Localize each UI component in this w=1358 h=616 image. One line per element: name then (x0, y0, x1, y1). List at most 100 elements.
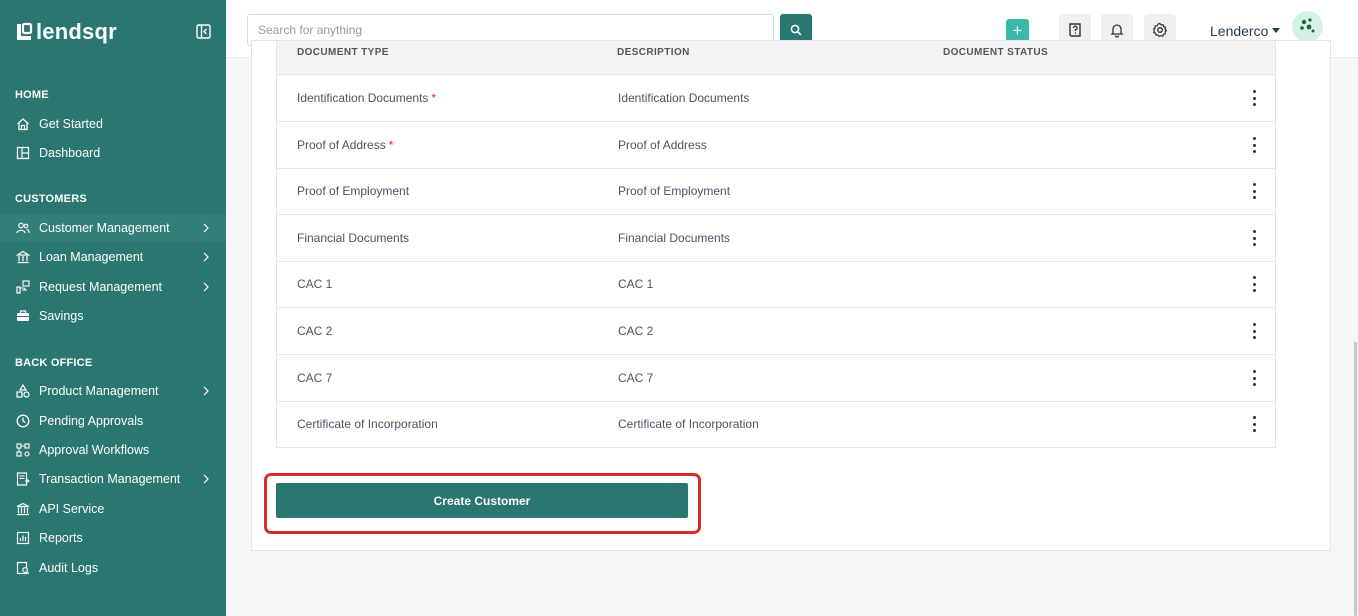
section-title-back-office: BACK OFFICE (15, 357, 93, 369)
sidebar-item-label: Product Management (39, 384, 159, 398)
sidebar: lendsqr HOME CUSTOMERS BACK OFFICE Get S… (0, 0, 226, 616)
required-marker: * (431, 91, 437, 105)
chevron-right-icon (203, 474, 209, 484)
chevron-right-icon (203, 282, 209, 292)
create-customer-button[interactable]: Create Customer (276, 483, 688, 518)
row-actions-menu-icon[interactable] (1249, 230, 1259, 246)
clock-icon (16, 414, 30, 428)
sidebar-item-approval-workflows[interactable]: Approval Workflows (0, 436, 226, 464)
sidebar-item-reports[interactable]: Reports (0, 524, 226, 552)
transaction-icon (16, 472, 30, 486)
document-type-cell: Financial Documents (297, 231, 410, 245)
sidebar-item-label: Dashboard (39, 146, 101, 160)
sidebar-item-customer-management[interactable]: Customer Management (0, 214, 226, 242)
bell-icon (1110, 24, 1124, 38)
logo[interactable]: lendsqr (15, 19, 117, 45)
sidebar-item-loan-management[interactable]: Loan Management (0, 243, 226, 271)
sidebar-item-label: Transaction Management (39, 472, 181, 486)
report-icon (16, 531, 30, 545)
documents-table: DOCUMENT TYPE DESCRIPTION DOCUMENT STATU… (276, 40, 1276, 448)
table-row: CAC 7 CAC 7 (277, 355, 1275, 402)
sidebar-item-product-management[interactable]: Product Management (0, 377, 226, 405)
gear-icon (1152, 22, 1168, 38)
column-header-document-type[interactable]: DOCUMENT TYPE (297, 47, 389, 58)
sidebar-item-label: Request Management (39, 280, 162, 294)
sidebar-item-dashboard[interactable]: Dashboard (0, 139, 226, 167)
row-actions-menu-icon[interactable] (1249, 137, 1259, 153)
column-header-description[interactable]: DESCRIPTION (617, 47, 690, 58)
row-actions-menu-icon[interactable] (1249, 276, 1259, 292)
plus-icon: + (1012, 21, 1023, 40)
document-type-cell: Proof of Address * (297, 138, 393, 152)
document-type-cell: CAC 7 (297, 371, 333, 385)
help-book-icon (1069, 23, 1081, 37)
audit-icon (16, 561, 30, 575)
sidebar-item-label: Audit Logs (39, 561, 99, 575)
description-cell: CAC 1 (618, 277, 654, 291)
document-type-text: Identification Documents (297, 91, 429, 105)
document-type-cell: Identification Documents * (297, 91, 436, 105)
sidebar-item-label: Approval Workflows (39, 443, 150, 457)
search-icon (790, 24, 802, 36)
sidebar-item-label: Reports (39, 531, 83, 545)
row-actions-menu-icon[interactable] (1249, 90, 1259, 106)
row-actions-menu-icon[interactable] (1249, 183, 1259, 199)
table-row: Financial Documents Financial Documents (277, 215, 1275, 262)
sidebar-item-label: Customer Management (39, 221, 170, 235)
row-actions-menu-icon[interactable] (1249, 416, 1259, 432)
dashboard-icon (16, 146, 30, 160)
table-row: Proof of Address * Proof of Address (277, 122, 1275, 169)
table-row: Proof of Employment Proof of Employment (277, 168, 1275, 215)
shapes-icon (16, 384, 30, 398)
chevron-right-icon (203, 386, 209, 396)
bank-icon (16, 250, 30, 264)
sidebar-item-label: API Service (39, 502, 105, 516)
table-header: DOCUMENT TYPE DESCRIPTION DOCUMENT STATU… (277, 41, 1275, 75)
sidebar-collapse-icon[interactable] (196, 24, 211, 39)
description-cell: Proof of Address (618, 138, 707, 152)
lendsqr-logo-icon (17, 22, 33, 40)
chevron-down-icon[interactable] (1272, 28, 1280, 33)
chevron-right-icon (203, 223, 209, 233)
chevron-right-icon (203, 252, 209, 262)
sidebar-item-get-started[interactable]: Get Started (0, 110, 226, 138)
description-cell: Identification Documents (618, 91, 750, 105)
avatar-pattern-icon (1300, 18, 1315, 33)
add-button[interactable]: + (1006, 19, 1029, 42)
sidebar-item-label: Savings (39, 309, 84, 323)
home-icon (17, 118, 29, 131)
row-actions-menu-icon[interactable] (1249, 370, 1259, 386)
sidebar-item-label: Get Started (39, 117, 103, 131)
scrollbar[interactable] (1354, 342, 1357, 616)
institution-icon (16, 502, 30, 516)
required-marker: * (388, 138, 394, 152)
briefcase-icon (17, 310, 29, 321)
section-title-home: HOME (15, 89, 49, 101)
description-cell: CAC 7 (618, 371, 654, 385)
document-type-cell: Certificate of Incorporation (297, 417, 438, 431)
section-title-customers: CUSTOMERS (15, 193, 87, 205)
description-cell: Certificate of Incorporation (618, 417, 759, 431)
document-type-cell: CAC 1 (297, 277, 333, 291)
sidebar-item-audit-logs[interactable]: Audit Logs (0, 554, 226, 582)
avatar[interactable] (1292, 11, 1323, 42)
description-cell: CAC 2 (618, 324, 654, 338)
sidebar-item-savings[interactable]: Savings (0, 302, 226, 330)
description-cell: Financial Documents (618, 231, 731, 245)
document-type-cell: Proof of Employment (297, 184, 410, 198)
sidebar-item-transaction-management[interactable]: Transaction Management (0, 465, 226, 493)
table-row: CAC 1 CAC 1 (277, 261, 1275, 308)
sidebar-item-api-service[interactable]: API Service (0, 495, 226, 523)
table-row: Identification Documents * Identification… (277, 75, 1275, 122)
users-icon (16, 222, 30, 234)
table-row: CAC 2 CAC 2 (277, 308, 1275, 355)
description-cell: Proof of Employment (618, 184, 731, 198)
document-type-cell: CAC 2 (297, 324, 333, 338)
row-actions-menu-icon[interactable] (1249, 323, 1259, 339)
document-type-text: Proof of Address (297, 138, 386, 152)
table-row: Certificate of Incorporation Certificate… (277, 401, 1275, 448)
sidebar-item-request-management[interactable]: Request Management (0, 273, 226, 301)
user-name[interactable]: Lenderco (1210, 23, 1268, 39)
sidebar-item-pending-approvals[interactable]: Pending Approvals (0, 407, 226, 435)
column-header-document-status[interactable]: DOCUMENT STATUS (943, 47, 1048, 58)
